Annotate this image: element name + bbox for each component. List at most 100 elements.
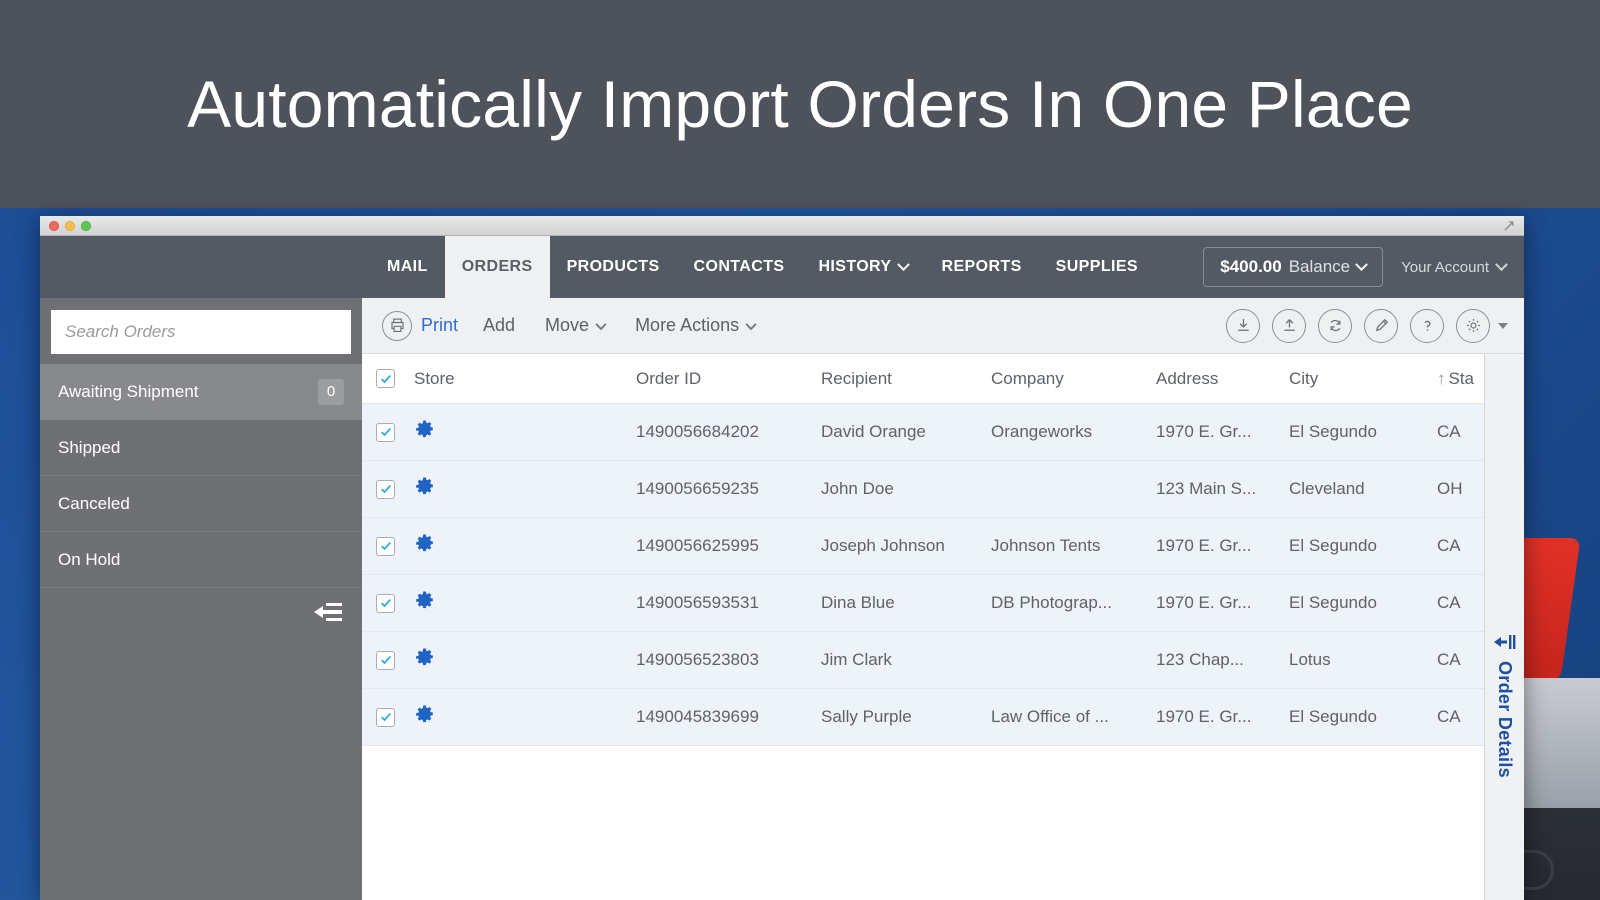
nav-item-mail[interactable]: MAIL xyxy=(370,236,445,298)
print-button[interactable]: Print xyxy=(372,310,468,341)
edit-pencil-icon[interactable] xyxy=(1364,308,1398,343)
gear-icon[interactable] xyxy=(414,477,435,501)
sidebar-item-label: Awaiting Shipment xyxy=(58,381,199,401)
move-label: Move xyxy=(545,315,590,335)
nav-label: ORDERS xyxy=(461,258,533,275)
app-window: MAIL ORDERS PRODUCTS CONTACTS HISTORY RE… xyxy=(40,216,1524,900)
orders-toolbar: Print Add Move More Actions xyxy=(362,298,1524,354)
table-row[interactable]: 1490045839699 Sally Purple Law Office of… xyxy=(362,689,1524,746)
minimize-button[interactable] xyxy=(65,220,75,231)
order-details-panel-toggle[interactable]: Order Details xyxy=(1484,354,1524,900)
promo-banner: Automatically Import Orders In One Place xyxy=(0,0,1600,208)
row-checkbox[interactable] xyxy=(376,593,395,613)
row-company: Law Office of ... xyxy=(991,707,1109,726)
nav-item-orders[interactable]: ORDERS xyxy=(444,236,550,298)
more-actions-dropdown[interactable]: More Actions xyxy=(620,315,770,336)
zoom-button[interactable] xyxy=(81,220,91,231)
row-recipient: Joseph Johnson xyxy=(821,536,945,555)
collapse-left-icon[interactable] xyxy=(314,602,342,622)
window-titlebar xyxy=(40,216,1524,236)
row-checkbox[interactable] xyxy=(376,650,395,670)
column-header-order-id[interactable]: Order ID xyxy=(636,369,821,389)
row-checkbox[interactable] xyxy=(376,536,395,556)
table-row[interactable]: 1490056593531 Dina Blue DB Photograp... … xyxy=(362,575,1524,632)
sidebar-item-shipped[interactable]: Shipped xyxy=(40,420,362,476)
nav-item-contacts[interactable]: CONTACTS xyxy=(677,236,802,298)
search-input[interactable] xyxy=(51,310,351,354)
sidebar-item-canceled[interactable]: Canceled xyxy=(40,476,362,532)
sidebar-item-on-hold[interactable]: On Hold xyxy=(40,532,362,588)
balance-dropdown[interactable]: $400.00 Balance xyxy=(1203,247,1384,287)
row-order-id: 1490056593531 xyxy=(636,593,759,612)
select-all-checkbox[interactable] xyxy=(376,369,395,388)
row-order-id: 1490056523803 xyxy=(636,650,759,669)
help-question-icon[interactable] xyxy=(1410,308,1444,343)
row-city: El Segundo xyxy=(1289,593,1377,612)
move-dropdown[interactable]: Move xyxy=(530,315,620,336)
row-address: 123 Main S... xyxy=(1156,479,1257,498)
nav-item-supplies[interactable]: SUPPLIES xyxy=(1039,236,1155,298)
chevron-down-icon xyxy=(595,318,607,330)
row-store-cell xyxy=(414,419,636,445)
column-header-store[interactable]: Store xyxy=(414,369,636,389)
nav-item-products[interactable]: PRODUCTS xyxy=(550,236,677,298)
close-button[interactable] xyxy=(49,220,59,231)
row-city: El Segundo xyxy=(1289,707,1377,726)
row-recipient: Dina Blue xyxy=(821,593,895,612)
column-header-company[interactable]: Company xyxy=(991,369,1156,389)
nav-label: SUPPLIES xyxy=(1055,258,1138,275)
table-row[interactable]: 1490056684202 David Orange Orangeworks 1… xyxy=(362,404,1524,461)
row-company: Johnson Tents xyxy=(991,536,1101,555)
sidebar-item-label: Shipped xyxy=(58,437,121,457)
gear-icon[interactable] xyxy=(414,591,435,615)
toolbar-icon-group xyxy=(1226,308,1510,343)
download-icon[interactable] xyxy=(1226,308,1260,343)
gear-icon[interactable] xyxy=(414,705,435,729)
sidebar-item-label: On Hold xyxy=(58,549,121,569)
add-button[interactable]: Add xyxy=(468,315,530,336)
banner-title: Automatically Import Orders In One Place xyxy=(187,67,1413,141)
chevron-down-icon xyxy=(745,318,757,330)
printer-icon xyxy=(382,310,412,341)
row-address: 1970 E. Gr... xyxy=(1156,422,1252,441)
orders-table: Store Order ID Recipient Company Address… xyxy=(362,354,1524,900)
sidebar-item-awaiting-shipment[interactable]: Awaiting Shipment 0 xyxy=(40,364,362,420)
upload-icon[interactable] xyxy=(1272,308,1306,343)
refresh-icon[interactable] xyxy=(1318,308,1352,343)
row-checkbox[interactable] xyxy=(376,422,395,442)
nav-label: HISTORY xyxy=(818,258,892,275)
caret-down-icon[interactable] xyxy=(1498,322,1508,329)
resize-arrow-icon[interactable] xyxy=(1502,219,1516,233)
row-city: Cleveland xyxy=(1289,479,1365,498)
row-city: El Segundo xyxy=(1289,422,1377,441)
row-checkbox-cell xyxy=(376,707,414,727)
column-header-city[interactable]: City xyxy=(1289,369,1437,389)
nav-item-reports[interactable]: REPORTS xyxy=(925,236,1039,298)
table-row[interactable]: 1490056659235 John Doe 123 Main S... Cle… xyxy=(362,461,1524,518)
gear-icon[interactable] xyxy=(414,534,435,558)
print-label: Print xyxy=(421,315,459,335)
settings-gear-icon[interactable] xyxy=(1456,308,1490,343)
order-details-label: Order Details xyxy=(1495,661,1515,778)
row-address: 1970 E. Gr... xyxy=(1156,707,1252,726)
collapse-panel-icon xyxy=(1493,634,1516,655)
window-controls xyxy=(49,220,91,231)
table-row[interactable]: 1490056625995 Joseph Johnson Johnson Ten… xyxy=(362,518,1524,575)
account-menu[interactable]: Your Account xyxy=(1401,257,1512,276)
column-header-recipient[interactable]: Recipient xyxy=(821,369,991,389)
main-navigation: MAIL ORDERS PRODUCTS CONTACTS HISTORY RE… xyxy=(40,236,1524,298)
column-header-address[interactable]: Address xyxy=(1156,369,1289,389)
row-checkbox-cell xyxy=(376,422,414,442)
row-checkbox-cell xyxy=(376,536,414,556)
row-address: 1970 E. Gr... xyxy=(1156,536,1252,555)
row-checkbox-cell xyxy=(376,650,414,670)
table-row[interactable]: 1490056523803 Jim Clark 123 Chap... Lotu… xyxy=(362,632,1524,689)
row-checkbox-cell xyxy=(376,593,414,613)
row-checkbox[interactable] xyxy=(376,707,395,727)
gear-icon[interactable] xyxy=(414,420,435,444)
nav-item-history[interactable]: HISTORY xyxy=(801,236,924,298)
row-recipient: David Orange xyxy=(821,422,926,441)
row-recipient: Sally Purple xyxy=(821,707,912,726)
gear-icon[interactable] xyxy=(414,648,435,672)
row-checkbox[interactable] xyxy=(376,479,395,499)
